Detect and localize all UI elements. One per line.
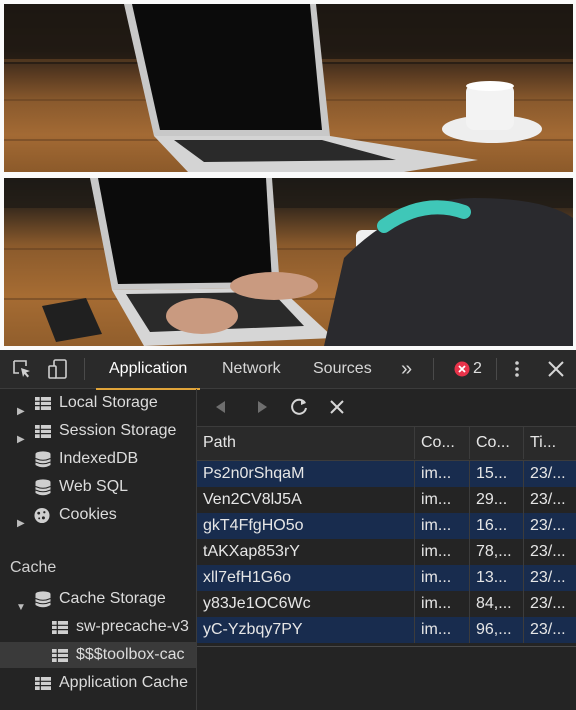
table-bottom-divider xyxy=(197,646,576,647)
laptop-coffee-photo xyxy=(4,4,573,172)
sidebar-item-web-sql[interactable]: Web SQL xyxy=(0,474,196,500)
refresh-icon[interactable] xyxy=(288,396,310,418)
collapse-triangle-icon[interactable]: ▼ xyxy=(16,595,26,612)
cell-time: 23/... xyxy=(530,543,566,560)
sidebar-item-local-storage[interactable]: ▶ Local Storage xyxy=(0,390,196,416)
sidebar-item-cookies[interactable]: ▶ Cookies xyxy=(0,502,196,528)
cell-time: 23/... xyxy=(530,569,566,586)
web-page-content xyxy=(0,0,576,350)
sidebar-item-toolbox-cache[interactable]: $$$toolbox-cac xyxy=(0,642,196,668)
cookie-icon xyxy=(34,507,50,524)
cell-time: 23/... xyxy=(530,465,566,482)
column-header-path[interactable]: Path xyxy=(197,426,415,459)
expand-triangle-icon[interactable]: ▶ xyxy=(17,399,25,416)
next-page-icon[interactable] xyxy=(254,396,270,418)
devtools-panel: Application Network Sources » 2 ▶ Local … xyxy=(0,350,576,710)
expand-triangle-icon[interactable]: ▶ xyxy=(17,511,25,528)
cell-path: yC-Yzbqy7PY xyxy=(197,617,415,643)
cell-content-length: 29... xyxy=(470,487,524,513)
storage-grid-icon xyxy=(35,677,51,690)
cell-content-type: im... xyxy=(415,565,470,591)
table-row[interactable]: xll7efH1G6o im... 13... 23/... xyxy=(197,565,576,591)
sidebar-item-label: IndexedDB xyxy=(59,450,139,467)
tab-sources[interactable]: Sources xyxy=(313,350,372,388)
cell-path: gkT4FfgHO5o xyxy=(197,513,415,539)
storage-grid-icon xyxy=(52,649,68,662)
storage-grid-icon xyxy=(52,621,68,634)
sidebar-item-indexeddb[interactable]: IndexedDB xyxy=(0,446,196,472)
close-icon[interactable] xyxy=(546,359,566,379)
cell-time: 23/... xyxy=(530,517,566,534)
cell-time: 23/... xyxy=(530,491,566,508)
cell-content-length: 84,... xyxy=(470,591,524,617)
table-row[interactable]: Ven2CV8lJ5A im... 29... 23/... xyxy=(197,487,576,513)
storage-grid-icon xyxy=(35,397,51,410)
cell-content-length: 13... xyxy=(470,565,524,591)
laptop-coffee-illustration xyxy=(4,4,573,172)
device-toolbar-icon[interactable] xyxy=(48,359,68,379)
typing-laptop-photo xyxy=(4,178,573,346)
toolbar-divider xyxy=(84,358,85,380)
sidebar-item-label: Cookies xyxy=(59,506,117,523)
table-row[interactable]: y83Je1OC6Wc im... 84,... 23/... xyxy=(197,591,576,617)
cell-path: xll7efH1G6o xyxy=(197,565,415,591)
kebab-menu-icon[interactable] xyxy=(507,359,527,379)
sidebar-item-label: Cache Storage xyxy=(59,590,166,607)
table-row[interactable]: tAKXap853rY im... 78,... 23/... xyxy=(197,539,576,565)
previous-page-icon[interactable] xyxy=(213,396,229,418)
column-header-time[interactable]: Ti... xyxy=(524,426,576,459)
devtools-toolbar: Application Network Sources » 2 xyxy=(0,350,576,390)
cell-content-type: im... xyxy=(415,591,470,617)
cell-path: tAKXap853rY xyxy=(197,539,415,565)
table-row[interactable]: Ps2n0rShqaM im... 15... 23/... xyxy=(197,461,576,487)
cell-content-type: im... xyxy=(415,461,470,487)
delete-entry-icon[interactable] xyxy=(328,396,346,418)
sidebar-item-label: sw-precache-v3 xyxy=(76,618,189,635)
cell-content-length: 15... xyxy=(470,461,524,487)
sidebar-item-application-cache[interactable]: Application Cache xyxy=(0,670,196,696)
cell-path: y83Je1OC6Wc xyxy=(197,591,415,617)
cell-content-length: 96,... xyxy=(470,617,524,643)
cell-content-length: 16... xyxy=(470,513,524,539)
cell-path: Ps2n0rShqaM xyxy=(197,461,415,487)
tab-network[interactable]: Network xyxy=(222,350,281,388)
database-icon xyxy=(35,451,51,468)
sidebar-item-session-storage[interactable]: ▶ Session Storage xyxy=(0,418,196,444)
cell-path: Ven2CV8lJ5A xyxy=(197,487,415,513)
cell-content-length: 78,... xyxy=(470,539,524,565)
database-icon xyxy=(35,591,51,608)
typing-laptop-illustration xyxy=(4,178,573,346)
column-header-content-length[interactable]: Co... xyxy=(470,426,524,459)
inspect-element-icon[interactable] xyxy=(12,359,32,379)
cell-content-type: im... xyxy=(415,539,470,565)
cell-time: 23/... xyxy=(530,595,566,612)
cell-time: 23/... xyxy=(530,621,566,638)
cache-section-heading: Cache xyxy=(10,559,57,576)
table-row[interactable]: yC-Yzbqy7PY im... 96,... 23/... xyxy=(197,617,576,643)
cache-entries-pane: Path Co... Co... Ti... Ps2n0rShqaM im...… xyxy=(197,389,576,710)
table-row[interactable]: gkT4FfgHO5o im... 16... 23/... xyxy=(197,513,576,539)
column-header-content-type[interactable]: Co... xyxy=(415,426,470,459)
toolbar-divider xyxy=(496,358,497,380)
sidebar-item-label: Application Cache xyxy=(59,674,188,691)
tab-application[interactable]: Application xyxy=(96,350,201,390)
cell-content-type: im... xyxy=(415,487,470,513)
expand-triangle-icon[interactable]: ▶ xyxy=(17,427,25,444)
sidebar-item-label: Local Storage xyxy=(59,394,158,411)
cell-content-type: im... xyxy=(415,513,470,539)
storage-grid-icon xyxy=(35,425,51,438)
more-tabs-chevron-icon[interactable]: » xyxy=(401,350,412,388)
error-count: 2 xyxy=(473,360,482,377)
application-sidebar: ▶ Local Storage ▶ Session Storage Indexe… xyxy=(0,389,197,710)
error-icon xyxy=(454,361,470,377)
sidebar-item-label: $$$toolbox-cac xyxy=(76,646,185,663)
sidebar-item-label: Web SQL xyxy=(59,478,129,495)
sidebar-item-label: Session Storage xyxy=(59,422,177,439)
database-icon xyxy=(35,479,51,496)
sidebar-item-cache-storage[interactable]: ▼ Cache Storage xyxy=(0,586,196,612)
cell-content-type: im... xyxy=(415,617,470,643)
sidebar-item-sw-precache[interactable]: sw-precache-v3 xyxy=(0,614,196,640)
toolbar-divider xyxy=(433,358,434,380)
